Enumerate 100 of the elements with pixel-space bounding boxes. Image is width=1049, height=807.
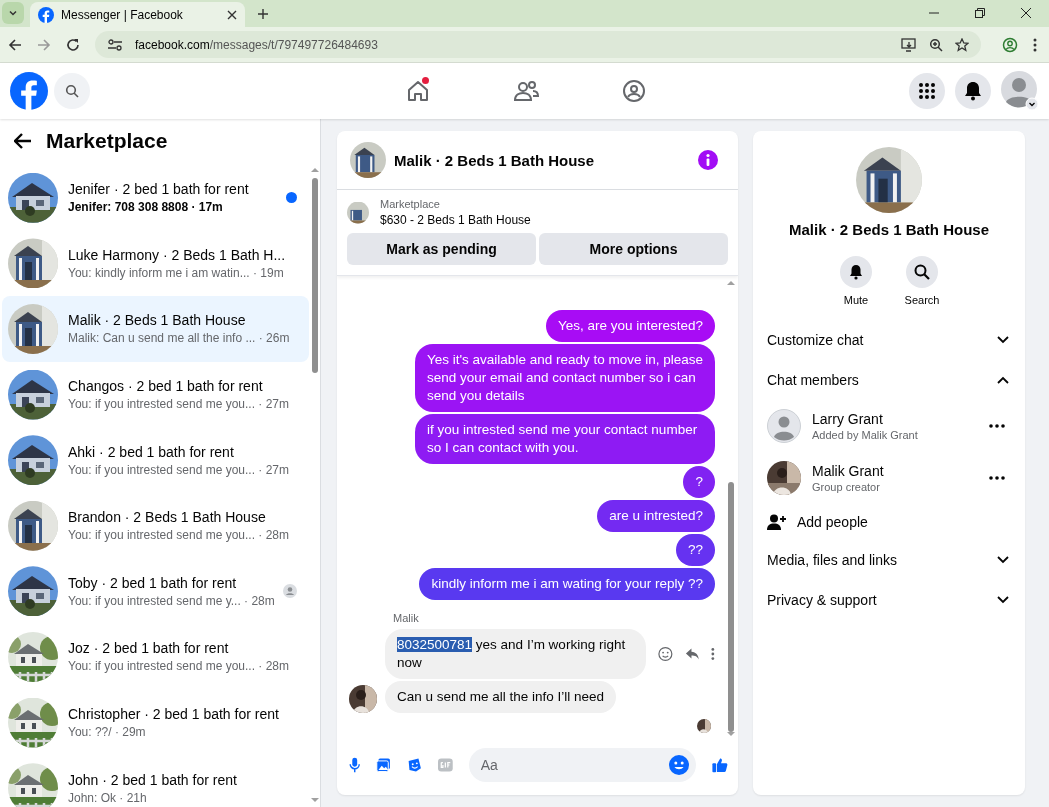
conversation-item[interactable]: Ahki · 2 bed 1 bath for rent You: if you intrested send me you... · 27m [2,427,309,493]
person-circle-icon[interactable] [622,79,646,103]
sent-message: Yes, are you interested? [545,310,715,342]
conversation-name: Jenifer · 2 bed 1 bath for rent [68,181,250,198]
chevron-down-icon[interactable] [997,596,1009,604]
conversation-preview: You: if you intrested send me you... · 28m [68,528,290,543]
install-app-icon[interactable] [901,37,917,52]
conversation-name: Brandon · 2 Beds 1 Bath House [68,509,267,526]
sent-message: Yes it's available and ready to move in, please send your email and contact number so i can send you details [415,344,715,412]
zoom-icon[interactable] [929,37,943,52]
conversation-name: Christopher · 2 bed 1 bath for rent [68,706,280,723]
menu-button[interactable] [909,73,945,109]
conversation-name: Luke Harmony · 2 Beds 1 Bath H... [68,246,287,263]
people-icon[interactable] [513,79,539,103]
conversation-preview: You: if you intrested send me you... · 28m [68,659,290,674]
section-header[interactable]: Media, files and links [753,540,1025,580]
bell-icon[interactable] [849,264,863,280]
conversation-name: Toby · 2 bed 1 bath for rent [68,574,238,591]
conversation-preview: You: if you intrested send me y... · 28m [68,593,273,608]
listing-action-button[interactable]: Mark as pending [347,233,536,265]
chat-title: Malik · 2 Beds 1 Bath House [394,151,595,169]
new-tab-icon[interactable] [257,8,269,20]
section-header[interactable]: Customize chat [753,320,1025,360]
listing-action-button[interactable]: More options [539,233,728,265]
received-message: 8032500781 yes and I’m working right now [385,629,646,679]
member-name: Larry Grant [812,411,884,427]
grid-icon[interactable] [918,82,936,100]
conversation-item[interactable]: Brandon · 2 Beds 1 Bath House You: if you intrested send me you... · 28m [2,492,309,559]
search-button[interactable] [906,256,938,288]
details-title: Malik · 2 Beds 1 Bath House [788,221,990,238]
received-message: Can u send me all the info I’ll need [385,681,617,713]
mute-button[interactable] [840,256,872,288]
sender-name: Malik [393,612,420,624]
restore-icon[interactable] [975,8,985,18]
more-options-icon[interactable] [989,476,1005,480]
bell-icon[interactable] [964,81,982,101]
reply-icon[interactable] [684,647,700,661]
microphone-icon[interactable] [349,755,361,775]
conversation-item[interactable]: Christopher · 2 bed 1 bath for rent You: ??/ · 29m [2,689,309,756]
sent-message: ? [683,466,715,498]
sent-message: ?? [675,534,715,566]
react-icon[interactable] [657,646,673,662]
browser-tab[interactable]: Messenger | Facebook [30,2,245,27]
more-icon[interactable] [1033,37,1037,52]
close-window-icon[interactable] [1021,8,1031,18]
conversation-preview: Jenifer: 708 308 8808 · 17m [68,200,224,215]
add-person-icon[interactable] [767,514,787,530]
conversation-name: Changos · 2 bed 1 bath for rent [68,378,264,395]
close-tab-icon[interactable] [227,9,237,20]
conversation-item[interactable]: Changos · 2 bed 1 bath for rent You: if you intrested send me you... · 27m [2,361,309,428]
default-avatar-icon [767,409,801,443]
action-label: Search [904,294,940,306]
emoji-icon[interactable] [668,755,689,775]
section-header[interactable]: Privacy & support [753,580,1025,620]
profile-icon[interactable] [1002,36,1018,53]
search-icon[interactable] [914,264,930,280]
facebook-logo-icon[interactable] [10,72,48,110]
notifications-button[interactable] [955,73,991,109]
chevron-up-icon[interactable] [997,376,1009,384]
conversation-preview: You: if you intrested send me you... · 27m [68,397,290,412]
member-role: Group creator [812,481,881,493]
conversation-item[interactable]: Toby · 2 bed 1 bath for rent You: if you intrested send me y... · 28m [2,558,309,625]
back-icon[interactable] [8,37,22,52]
conversation-preview: Malik: Can u send me all the info ... · 26m [68,331,291,346]
chevron-down-icon[interactable] [997,336,1009,344]
reload-icon[interactable] [66,37,80,52]
back-arrow-icon[interactable] [14,133,32,149]
more-icon[interactable] [711,647,715,661]
sent-message: are u intrested? [597,500,715,532]
conversation-item[interactable]: John · 2 bed 1 bath for rent John: Ok · 21h [2,755,309,807]
photo-icon[interactable] [376,756,392,774]
message-input[interactable]: Aa [468,748,696,782]
info-icon[interactable] [698,150,718,170]
conversation-preview: You: ??/ · 29m [68,725,147,740]
more-options-icon[interactable] [989,424,1005,428]
tab-search-button[interactable] [2,2,24,24]
add-people-button[interactable]: Add people [753,504,1025,540]
conversation-item[interactable]: Malik · 2 Beds 1 Bath House Malik: Can u send me all the info ... · 26m [2,296,309,362]
home-icon[interactable] [406,79,430,103]
sticker-icon[interactable] [407,756,422,774]
conversation-preview: John: Ok · 21h [68,790,148,805]
member-role: Added by Malik Grant [812,429,919,441]
conversation-name: Malik · 2 Beds 1 Bath House [68,312,247,329]
address-bar[interactable]: facebook.com/messages/t/797497726484693 [95,31,981,58]
sent-message: kindly inform me i am wating for your reply ?? [419,568,715,600]
conversation-item[interactable]: Joz · 2 bed 1 bath for rent You: if you intrested send me you... · 28m [2,624,309,690]
chevron-down-icon[interactable] [997,556,1009,564]
section-header[interactable]: Chat members [753,360,1025,400]
conversation-item[interactable]: Luke Harmony · 2 Beds 1 Bath H... You: kindly inform me i am watin... · 19m [2,230,309,297]
account-avatar-icon[interactable] [1001,71,1039,111]
site-settings-icon[interactable] [107,37,123,52]
conversation-name: Joz · 2 bed 1 bath for rent [68,640,230,657]
sent-message: if you intrested send me your contact number so I can contact with you. [415,414,715,464]
bookmark-star-icon[interactable] [955,37,969,52]
conversation-preview: You: kindly inform me i am watin... · 19m [68,265,285,280]
conversation-name: Ahki · 2 bed 1 bath for rent [68,443,235,460]
search-icon[interactable] [65,84,79,98]
caret-icon[interactable] [8,8,18,18]
listing-summary: $630 - 2 Beds 1 Bath House [380,213,531,227]
conversation-item[interactable]: Jenifer · 2 bed 1 bath for rent Jenifer: 708 308 8808 · 17m [2,165,309,231]
